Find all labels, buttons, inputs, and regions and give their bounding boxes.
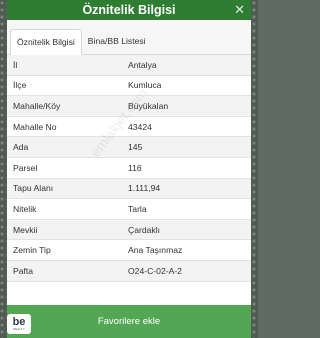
row-value: Büyükalan xyxy=(128,100,169,111)
row-label: Mahalle/Köy xyxy=(13,100,61,111)
tab-attribute-info[interactable]: Öznitelik Bilgisi xyxy=(10,29,82,55)
row-label: Tapu Alanı xyxy=(13,183,54,194)
table-row: Mevkii Çardaklı xyxy=(7,219,251,241)
table-row: İlçe Kumluca xyxy=(7,75,251,97)
table-row: İl Antalya xyxy=(7,55,251,76)
row-value: Çardaklı xyxy=(128,224,160,235)
row-label: Pafta xyxy=(13,265,34,276)
attribute-info-modal: Öznitelik Bilgisi ✕ Öznitelik Bilgisi Bi… xyxy=(7,0,251,338)
modal-header: Öznitelik Bilgisi ✕ xyxy=(7,0,251,20)
tab-bar: Öznitelik Bilgisi Bina/BB Listesi xyxy=(7,20,251,55)
row-label: İl xyxy=(13,59,18,70)
row-value: 116 xyxy=(128,162,142,173)
table-row: Parsel 116 xyxy=(7,157,251,179)
attribute-table: İl Antalya İlçe Kumluca Mahalle/Köy Büyü… xyxy=(7,55,251,282)
row-value: 145 xyxy=(128,142,143,153)
table-row: Nitelik Tarla xyxy=(7,199,251,220)
row-label: İlçe xyxy=(13,80,27,91)
table-row: Tapu Alanı 1.111,94 xyxy=(7,178,251,200)
close-icon[interactable]: ✕ xyxy=(234,2,245,18)
row-value: Kumluca xyxy=(128,80,162,91)
add-to-favorites-button[interactable]: Favorilere ekle xyxy=(98,316,160,327)
table-row: Ada 145 xyxy=(7,137,251,158)
row-value: 1.111,94 xyxy=(128,183,161,194)
row-label: Zemin Tip xyxy=(13,245,51,256)
modal-title: Öznitelik Bilgisi xyxy=(82,3,176,17)
row-value: Tarla xyxy=(128,203,147,214)
row-label: Ada xyxy=(13,142,29,153)
brand-logo: be REALTY xyxy=(7,314,31,334)
tab-building-list[interactable]: Bina/BB Listesi xyxy=(82,28,152,54)
row-value: Ana Taşınmaz xyxy=(128,245,183,256)
table-row: Zemin Tip Ana Taşınmaz xyxy=(7,240,251,261)
table-row: Pafta O24-C-02-A-2 xyxy=(7,260,251,282)
row-value: 43424 xyxy=(128,121,152,132)
row-label: Nitelik xyxy=(13,203,37,214)
row-value: Antalya xyxy=(128,59,157,70)
footer-bar: Favorilere ekle xyxy=(7,305,251,338)
logo-subtext: REALTY xyxy=(13,327,25,331)
table-row: Mahalle/Köy Büyükalan xyxy=(7,96,251,117)
row-label: Mahalle No xyxy=(13,121,57,132)
table-row: Mahalle No 43424 xyxy=(7,116,251,138)
row-label: Mevkii xyxy=(13,224,38,235)
row-label: Parsel xyxy=(13,162,38,173)
row-value: O24-C-02-A-2 xyxy=(128,265,182,276)
